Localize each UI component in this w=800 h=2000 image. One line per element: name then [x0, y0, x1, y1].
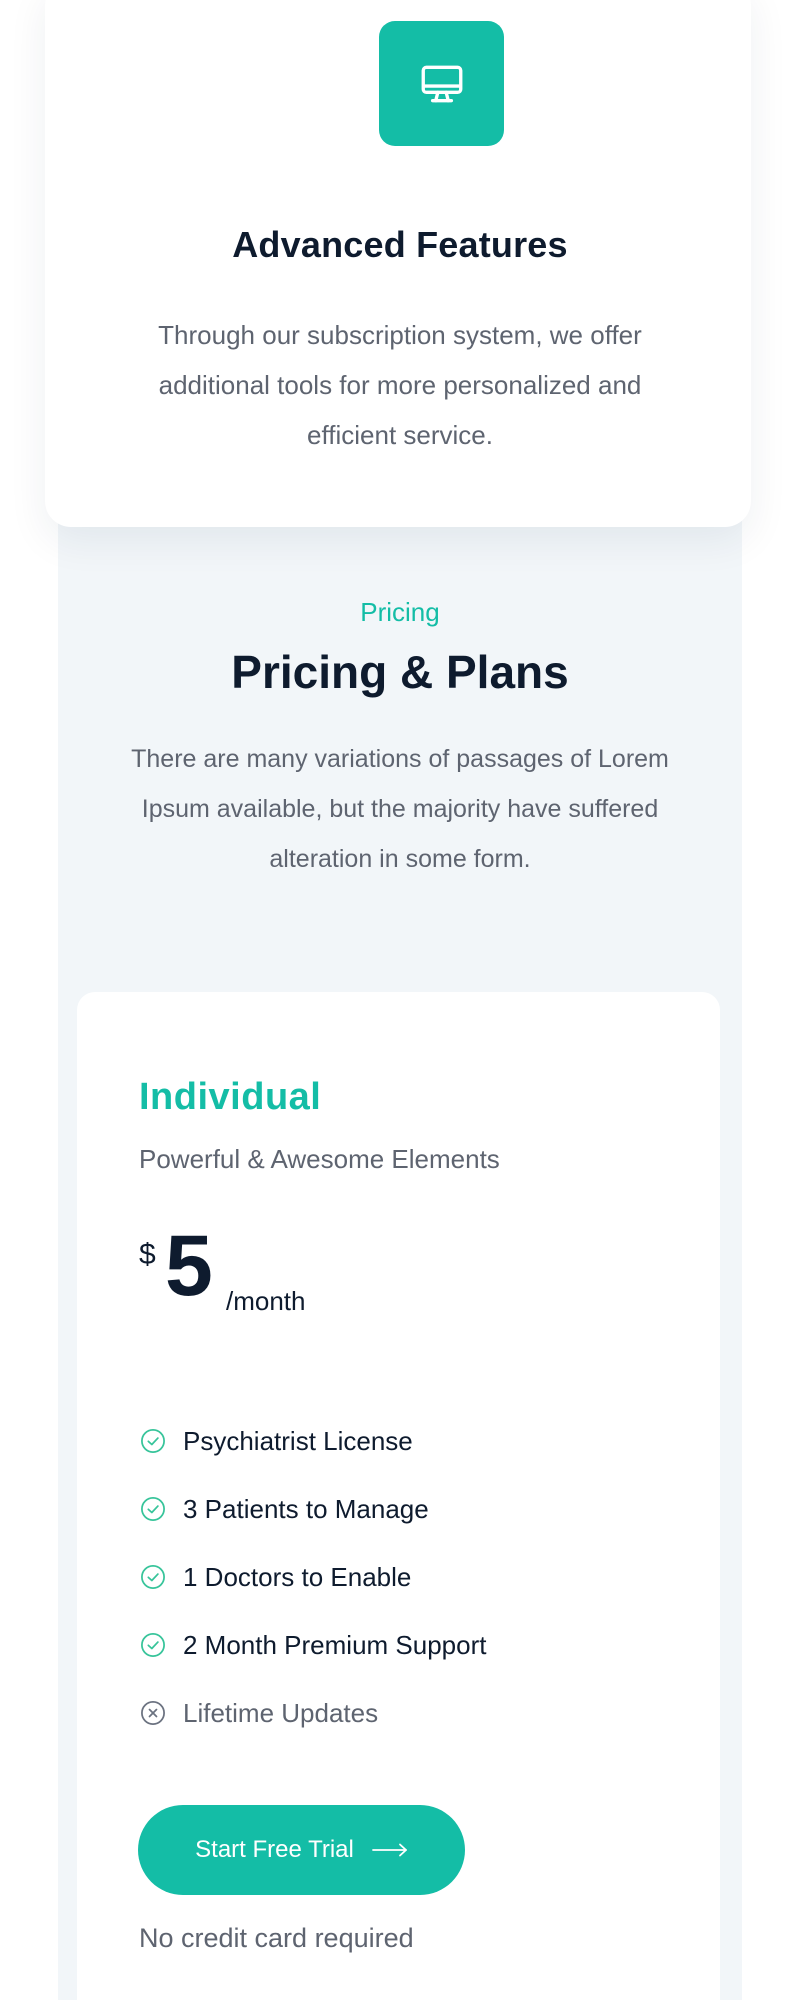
plan-feature-label: 1 Doctors to Enable	[183, 1561, 412, 1592]
start-free-trial-button[interactable]: Start Free Trial	[138, 1805, 465, 1895]
plan-tagline: Powerful & Awesome Elements	[139, 1144, 500, 1174]
plan-feature-list: Psychiatrist License 3 Patients to Manag…	[139, 1407, 659, 1747]
plan-feature-label: 3 Patients to Manage	[183, 1493, 429, 1524]
plan-feature-label: Psychiatrist License	[183, 1425, 413, 1456]
plan-card-individual: Individual Powerful & Awesome Elements $…	[77, 992, 720, 2000]
pricing-eyebrow: Pricing	[360, 597, 440, 627]
plan-feature-item: 1 Doctors to Enable	[139, 1543, 659, 1611]
monitor-icon	[379, 21, 504, 146]
price-amount: 5	[165, 1218, 213, 1314]
no-credit-card-note: No credit card required	[139, 1923, 414, 1953]
price-period: /month	[226, 1286, 306, 1316]
pricing-description: There are many variations of passages of…	[131, 745, 669, 873]
x-circle-icon	[141, 1701, 165, 1725]
check-circle-icon	[141, 1633, 165, 1657]
feature-title: Advanced Features	[232, 224, 568, 265]
feature-description: Through our subscription system, we offe…	[158, 320, 642, 450]
plan-feature-label: Lifetime Updates	[183, 1697, 379, 1728]
plan-feature-item: Psychiatrist License	[139, 1407, 659, 1475]
cta-label: Start Free Trial	[195, 1836, 354, 1863]
check-circle-icon	[141, 1497, 165, 1521]
plan-feature-label: 2 Month Premium Support	[183, 1629, 487, 1660]
plan-feature-item: 3 Patients to Manage	[139, 1475, 659, 1543]
price-currency: $	[139, 1238, 156, 1271]
plan-feature-item: 2 Month Premium Support	[139, 1611, 659, 1679]
plan-name: Individual	[139, 1076, 322, 1118]
check-circle-icon	[141, 1565, 165, 1589]
arrow-right-icon	[371, 1843, 407, 1857]
plan-feature-item-disabled: Lifetime Updates	[139, 1679, 659, 1747]
check-circle-icon	[141, 1429, 165, 1453]
pricing-title: Pricing & Plans	[231, 646, 569, 698]
